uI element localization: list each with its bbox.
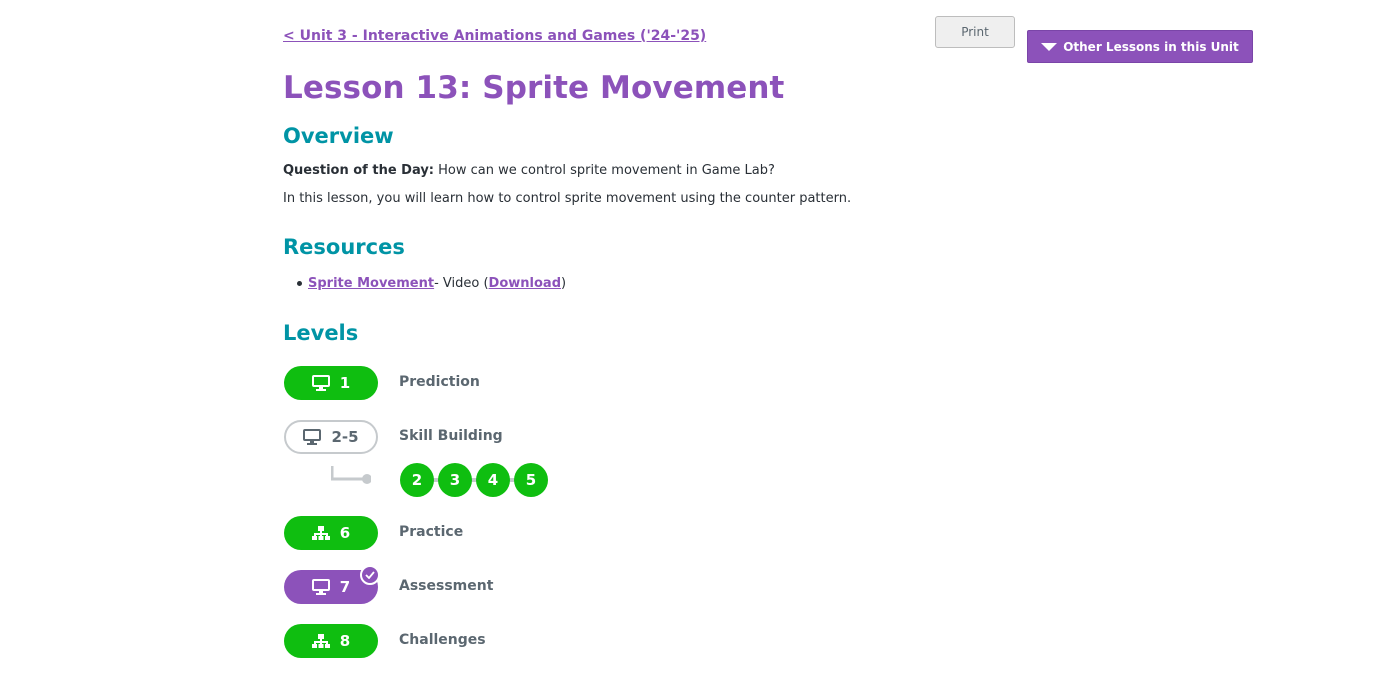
sublevel-bubble[interactable]: 3: [438, 463, 472, 497]
lesson-page: < Unit 3 - Interactive Animations and Ga…: [283, 0, 1263, 673]
hierarchy-icon: [311, 526, 330, 540]
print-button[interactable]: Print: [935, 16, 1015, 48]
resources-heading: Resources: [283, 235, 405, 259]
unit-back-link[interactable]: < Unit 3 - Interactive Animations and Ga…: [283, 28, 706, 44]
level-8-label: Challenges: [399, 632, 486, 648]
resource-video-link[interactable]: Sprite Movement: [308, 276, 434, 291]
level-8-button[interactable]: 8: [284, 624, 378, 658]
hierarchy-icon: [311, 634, 330, 648]
overview-heading: Overview: [283, 124, 394, 148]
monitor-icon: [303, 429, 322, 445]
level-6-button[interactable]: 6: [284, 516, 378, 550]
resource-download-link[interactable]: Download: [489, 276, 561, 291]
level-number: 8: [339, 632, 351, 650]
bullet: [297, 281, 302, 286]
level-6-label: Practice: [399, 524, 464, 540]
sublevel-bubble[interactable]: 2: [400, 463, 434, 497]
level-1-label: Prediction: [399, 374, 480, 390]
page-title: Lesson 13: Sprite Movement: [283, 70, 785, 106]
resource-close-paren: ): [561, 276, 567, 291]
resource-type: - Video (: [434, 276, 489, 291]
levels-heading: Levels: [283, 321, 359, 345]
other-lessons-label: Other Lessons in this Unit: [1063, 39, 1239, 54]
level-1-button[interactable]: 1: [284, 366, 378, 400]
monitor-icon: [311, 579, 330, 595]
level-number: 7: [339, 578, 351, 596]
qotd-label: Question of the Day:: [283, 163, 435, 178]
level-2-5-button[interactable]: 2-5: [284, 420, 378, 454]
level-7-label: Assessment: [399, 578, 494, 594]
caret-down-icon: [1041, 42, 1058, 51]
other-lessons-button[interactable]: Other Lessons in this Unit: [1027, 30, 1253, 63]
question-of-the-day: Question of the Day: How can we control …: [283, 163, 775, 178]
level-number: 1: [339, 374, 351, 392]
level-number: 6: [339, 524, 351, 542]
sublevel-bubble[interactable]: 4: [476, 463, 510, 497]
sublevel-connector: [331, 466, 371, 484]
lesson-description: In this lesson, you will learn how to co…: [283, 191, 852, 206]
resource-item: Sprite Movement - Video ( Download ): [297, 276, 566, 291]
monitor-icon: [311, 375, 330, 391]
qotd-text: How can we control sprite movement in Ga…: [434, 163, 775, 178]
level-number: 2-5: [331, 428, 359, 446]
level-2-5-label: Skill Building: [399, 428, 503, 444]
sublevel-bubble[interactable]: 5: [514, 463, 548, 497]
checkmark-icon: [360, 565, 380, 585]
